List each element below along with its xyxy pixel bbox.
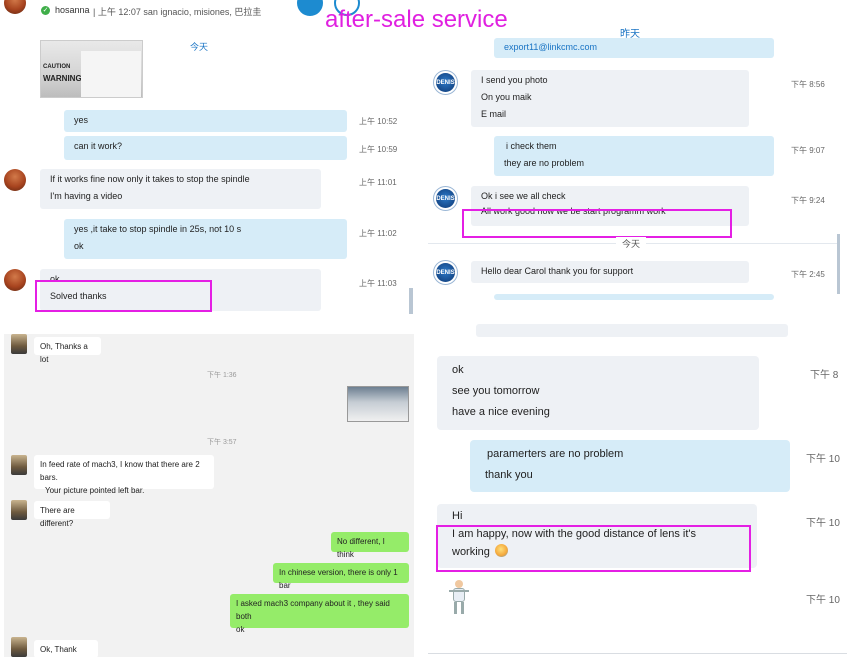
message-line: In feed rate of mach3, I know that there… bbox=[40, 460, 200, 482]
email-fragment[interactable]: export11@linkcmc.com bbox=[504, 42, 597, 52]
message-time: 上午 10:59 bbox=[359, 145, 398, 154]
message-line: yes ,it take to stop spindle in 25s, not… bbox=[74, 224, 242, 234]
message-bubble[interactable]: If it works fine now only it takes to st… bbox=[40, 169, 321, 209]
message-line: If it works fine now only it takes to st… bbox=[50, 174, 250, 184]
contact-avatar[interactable] bbox=[11, 637, 27, 657]
message-line: I'm having a video bbox=[50, 191, 123, 201]
message-bubble[interactable]: Ok, Thank you. bbox=[34, 640, 98, 657]
message-time: 下午 9:07 bbox=[791, 146, 825, 155]
contact-avatar[interactable]: DENIS bbox=[433, 260, 458, 285]
highlight-box bbox=[462, 209, 732, 238]
message-bubble[interactable]: In chinese version, there is only 1 bar bbox=[273, 563, 409, 590]
message-time: 下午 2:45 bbox=[791, 270, 825, 279]
message-bubble[interactable]: No different, I think bbox=[331, 532, 409, 559]
message-line: E mail bbox=[481, 109, 507, 119]
photo-caption-1: CAUTION bbox=[43, 64, 71, 70]
chat-panel-top-right: 昨天 export11@linkcmc.com DENIS I send you… bbox=[428, 24, 847, 324]
message-text: can it work? bbox=[74, 141, 123, 151]
contact-avatar[interactable]: DENIS bbox=[433, 70, 458, 95]
contact-avatar[interactable] bbox=[11, 334, 27, 354]
photo-caption-2: WARNING bbox=[43, 74, 82, 83]
contact-status-line: | 上午 12:07 san ignacio, misiones, 巴拉圭 bbox=[93, 7, 262, 17]
day-divider: 今天 bbox=[190, 42, 209, 52]
message-bubble[interactable]: Oh, Thanks a lot bbox=[34, 337, 101, 364]
divider-line bbox=[428, 653, 847, 654]
contact-avatar[interactable]: DENIS bbox=[433, 186, 458, 211]
message-line: On you maik bbox=[481, 92, 532, 102]
message-time: 下午 3:57 bbox=[207, 439, 237, 446]
highlight-box bbox=[436, 525, 751, 572]
message-line: i check them bbox=[506, 141, 557, 151]
contact-avatar[interactable] bbox=[4, 0, 26, 14]
message-line: Your picture pointed left bar. bbox=[45, 486, 145, 495]
message-time: 上午 11:03 bbox=[359, 279, 397, 288]
message-bubble[interactable]: yes ,it take to stop spindle in 25s, not… bbox=[64, 219, 347, 259]
scrollbar[interactable] bbox=[409, 288, 413, 314]
message-bubble[interactable]: paramerters are no problem thank you bbox=[470, 440, 790, 492]
message-bubble[interactable]: Hello dear Carol thank you for support bbox=[471, 261, 749, 283]
message-time: 上午 11:01 bbox=[359, 178, 397, 187]
message-line: Hi bbox=[452, 510, 463, 522]
message-text: No different, I think bbox=[337, 537, 385, 559]
online-status-icon: ✓ bbox=[41, 6, 50, 15]
message-bubble[interactable]: I asked mach3 company about it , they sa… bbox=[230, 594, 409, 634]
message-time: 上午 11:02 bbox=[359, 229, 397, 238]
message-time: 下午 9:24 bbox=[791, 196, 825, 205]
message-text: yes bbox=[74, 115, 89, 125]
message-line: paramerters are no problem bbox=[487, 448, 624, 460]
message-line: ok bbox=[236, 625, 245, 634]
message-time: 下午 8 bbox=[810, 370, 839, 381]
message-time: 下午 10 bbox=[806, 595, 840, 606]
sticker-character-icon[interactable] bbox=[448, 580, 470, 616]
contact-avatar[interactable] bbox=[11, 500, 27, 520]
message-bubble[interactable]: In feed rate of mach3, I know that there… bbox=[34, 455, 214, 495]
message-time: 下午 10 bbox=[806, 454, 840, 465]
message-bubble-partial[interactable] bbox=[494, 294, 774, 300]
message-time: 下午 10 bbox=[806, 518, 840, 529]
message-time: 上午 10:52 bbox=[359, 117, 398, 126]
highlight-box bbox=[35, 280, 212, 312]
message-line: ok bbox=[74, 241, 84, 251]
message-line: ok bbox=[452, 364, 464, 376]
message-bubble[interactable]: i check them they are no problem bbox=[494, 136, 774, 176]
message-line: thank you bbox=[485, 469, 533, 481]
message-bubble-partial[interactable] bbox=[476, 324, 788, 337]
message-line: they are no problem bbox=[504, 158, 585, 168]
message-text: Hello dear Carol thank you for support bbox=[481, 266, 634, 276]
contact-name[interactable]: hosanna bbox=[55, 5, 90, 15]
scrollbar[interactable] bbox=[837, 234, 840, 294]
contact-avatar[interactable] bbox=[4, 269, 26, 291]
contact-avatar[interactable] bbox=[11, 455, 27, 475]
message-text: Ok, Thank you. bbox=[40, 645, 77, 654]
message-text: In chinese version, there is only 1 bar bbox=[279, 568, 398, 590]
message-bubble[interactable]: yes bbox=[64, 110, 347, 132]
chat-panel-top-left: 今天 CAUTION WARNING yes 上午 10:52 can it w… bbox=[0, 24, 420, 324]
contact-avatar[interactable] bbox=[4, 169, 26, 191]
message-time: 下午 8:56 bbox=[791, 80, 825, 89]
message-text: Oh, Thanks a lot bbox=[40, 342, 88, 364]
chat-panel-bottom-right: ok see you tomorrow have a nice evening … bbox=[428, 324, 847, 657]
message-time: 下午 1:36 bbox=[207, 372, 237, 379]
message-bubble[interactable]: There are different? bbox=[34, 501, 110, 528]
chat-panel-bottom-left: Oh, Thanks a lot 下午 1:36 下午 3:57 In feed… bbox=[4, 334, 414, 657]
message-bubble[interactable]: ok see you tomorrow have a nice evening bbox=[437, 356, 759, 430]
photo-thumbnail[interactable]: CAUTION WARNING bbox=[40, 40, 143, 98]
message-line: have a nice evening bbox=[452, 406, 550, 418]
message-text: There are different? bbox=[40, 506, 75, 528]
message-line: see you tomorrow bbox=[452, 385, 540, 397]
message-bubble[interactable]: I send you photo On you maik E mail bbox=[471, 70, 749, 127]
day-divider: 今天 bbox=[616, 237, 647, 250]
message-bubble[interactable]: export11@linkcmc.com bbox=[494, 38, 774, 58]
screenshot-thumbnail[interactable] bbox=[347, 386, 409, 422]
message-line: I asked mach3 company about it , they sa… bbox=[236, 599, 390, 621]
message-bubble[interactable]: can it work? bbox=[64, 136, 347, 160]
message-line: I send you photo bbox=[481, 75, 548, 85]
